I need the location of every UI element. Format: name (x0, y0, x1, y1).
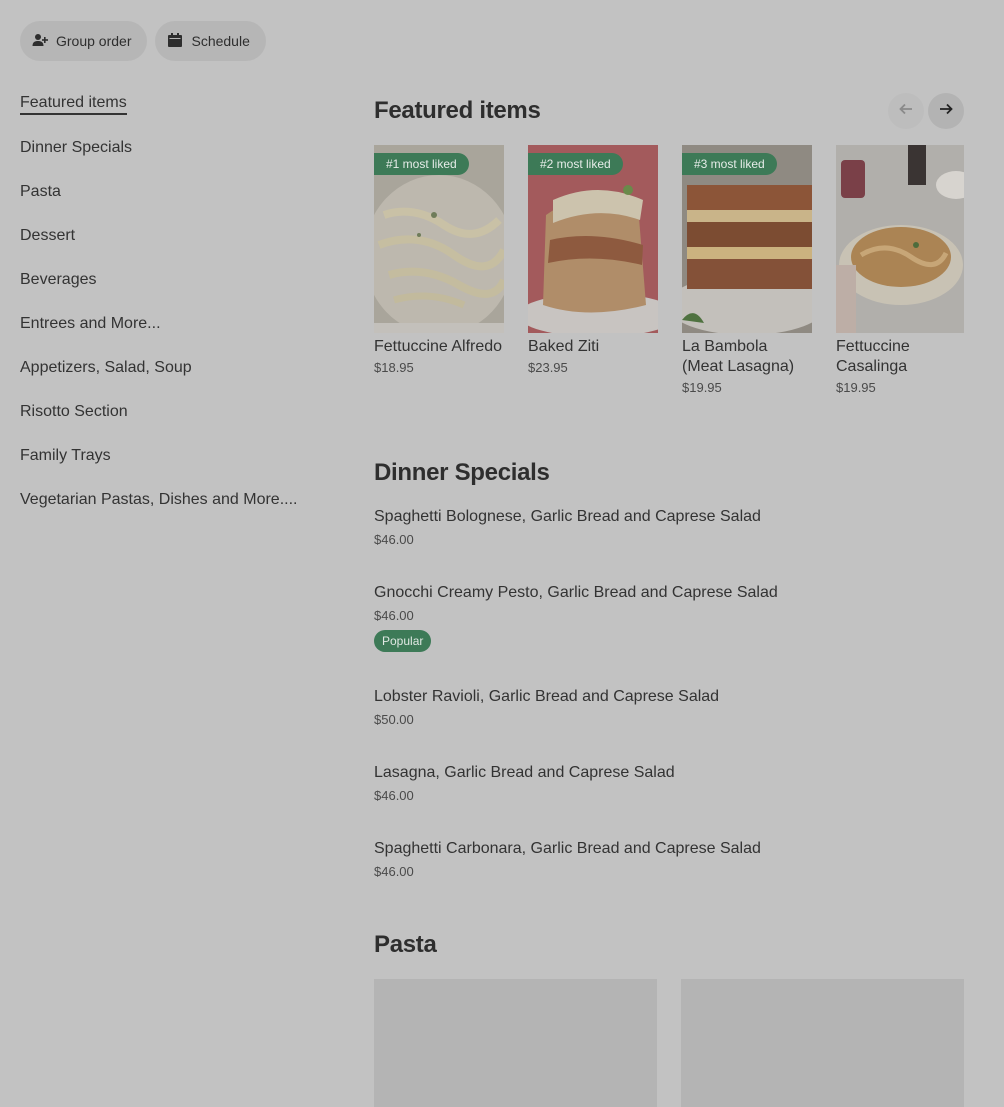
sidebar-item-dinner-specials[interactable]: Dinner Specials (20, 126, 340, 170)
sidebar-item-label: Pasta (20, 183, 61, 200)
sidebar-item-label: Dessert (20, 227, 76, 244)
add-person-icon (32, 32, 48, 51)
carousel-next-button[interactable] (928, 93, 964, 129)
menu-item-name: Spaghetti Carbonara, Garlic Bread and Ca… (374, 840, 761, 857)
sidebar-item-label: Featured items (20, 94, 127, 115)
pasta-card-placeholder[interactable] (681, 979, 964, 1107)
dish-price: $18.95 (374, 360, 414, 375)
menu-item-name: Gnocchi Creamy Pesto, Garlic Bread and C… (374, 584, 778, 601)
schedule-button[interactable]: Schedule (155, 21, 266, 61)
sidebar-item-label: Beverages (20, 271, 97, 288)
sidebar-item-label: Dinner Specials (20, 139, 133, 156)
group-order-label: Group order (56, 33, 132, 49)
sidebar-item-dessert[interactable]: Dessert (20, 214, 340, 258)
sidebar-item-vegetarian[interactable]: Vegetarian Pastas, Dishes and More.... (20, 478, 340, 522)
arrow-left-icon (898, 101, 914, 122)
featured-carousel: #1 most liked Fettuccine Alfredo $18.95 … (374, 145, 964, 405)
featured-card[interactable]: #3 most liked La Bambola (Meat Lasagna) … (682, 145, 812, 405)
dinner-specials-title: Dinner Specials (374, 459, 550, 486)
sidebar-item-family-trays[interactable]: Family Trays (20, 434, 340, 478)
group-order-button[interactable]: Group order (20, 21, 148, 61)
sidebar-item-featured[interactable]: Featured items (20, 82, 340, 126)
featured-card[interactable]: #1 most liked Fettuccine Alfredo $18.95 (374, 145, 504, 405)
sidebar-item-label: Appetizers, Salad, Soup (20, 359, 192, 376)
featured-card[interactable]: Fettuccine Casalinga $19.95 (836, 145, 964, 405)
dish-name: La Bambola (Meat Lasagna) (682, 338, 795, 375)
pasta-section-title: Pasta (374, 931, 437, 958)
sidebar-item-appetizers[interactable]: Appetizers, Salad, Soup (20, 346, 340, 390)
carousel-controls (888, 93, 964, 129)
sidebar-item-label: Vegetarian Pastas, Dishes and More.... (20, 491, 298, 508)
menu-item[interactable]: Lasagna, Garlic Bread and Caprese Salad … (374, 763, 964, 803)
schedule-label: Schedule (191, 33, 250, 49)
menu-item-name: Spaghetti Bolognese, Garlic Bread and Ca… (374, 508, 761, 525)
dish-price: $19.95 (836, 380, 876, 395)
sidebar-item-label: Risotto Section (20, 403, 128, 420)
pasta-card-placeholder[interactable] (374, 979, 657, 1107)
featured-section-title: Featured items (374, 97, 541, 124)
dish-name: Baked Ziti (528, 338, 600, 355)
sidebar-item-beverages[interactable]: Beverages (20, 258, 340, 302)
popular-badge: Popular (374, 630, 432, 652)
most-liked-badge: #3 most liked (682, 153, 777, 175)
most-liked-badge: #2 most liked (528, 153, 623, 175)
menu-item-name: Lasagna, Garlic Bread and Caprese Salad (374, 764, 675, 781)
menu-item[interactable]: Spaghetti Carbonara, Garlic Bread and Ca… (374, 839, 964, 879)
most-liked-badge: #1 most liked (374, 153, 469, 175)
menu-item-name: Lobster Ravioli, Garlic Bread and Capres… (374, 688, 720, 705)
menu-item-price: $46.00 (374, 608, 414, 623)
menu-item-price: $50.00 (374, 712, 414, 727)
arrow-right-icon (938, 101, 954, 122)
sidebar-item-entrees[interactable]: Entrees and More... (20, 302, 340, 346)
menu-item-price: $46.00 (374, 864, 414, 879)
category-sidebar: Featured items Dinner Specials Pasta Des… (20, 82, 340, 522)
menu-item-price: $46.00 (374, 532, 414, 547)
dish-image (836, 145, 964, 333)
dish-image: #1 most liked (374, 145, 504, 333)
top-actions: Group order Schedule (20, 21, 266, 61)
menu-item[interactable]: Spaghetti Bolognese, Garlic Bread and Ca… (374, 507, 964, 547)
dish-price: $23.95 (528, 360, 568, 375)
menu-item[interactable]: Gnocchi Creamy Pesto, Garlic Bread and C… (374, 583, 964, 652)
sidebar-item-label: Family Trays (20, 447, 111, 464)
menu-item-price: $46.00 (374, 788, 414, 803)
calendar-icon (167, 32, 183, 51)
sidebar-item-label: Entrees and More... (20, 315, 161, 332)
menu-item[interactable]: Lobster Ravioli, Garlic Bread and Capres… (374, 687, 964, 727)
dish-image: #3 most liked (682, 145, 812, 333)
dish-name: Fettuccine Alfredo (374, 338, 503, 355)
dish-name: Fettuccine Casalinga (836, 338, 910, 375)
featured-card[interactable]: #2 most liked Baked Ziti $23.95 (528, 145, 658, 405)
carousel-prev-button[interactable] (888, 93, 924, 129)
dish-image: #2 most liked (528, 145, 658, 333)
sidebar-item-pasta[interactable]: Pasta (20, 170, 340, 214)
sidebar-item-risotto[interactable]: Risotto Section (20, 390, 340, 434)
dish-price: $19.95 (682, 380, 722, 395)
